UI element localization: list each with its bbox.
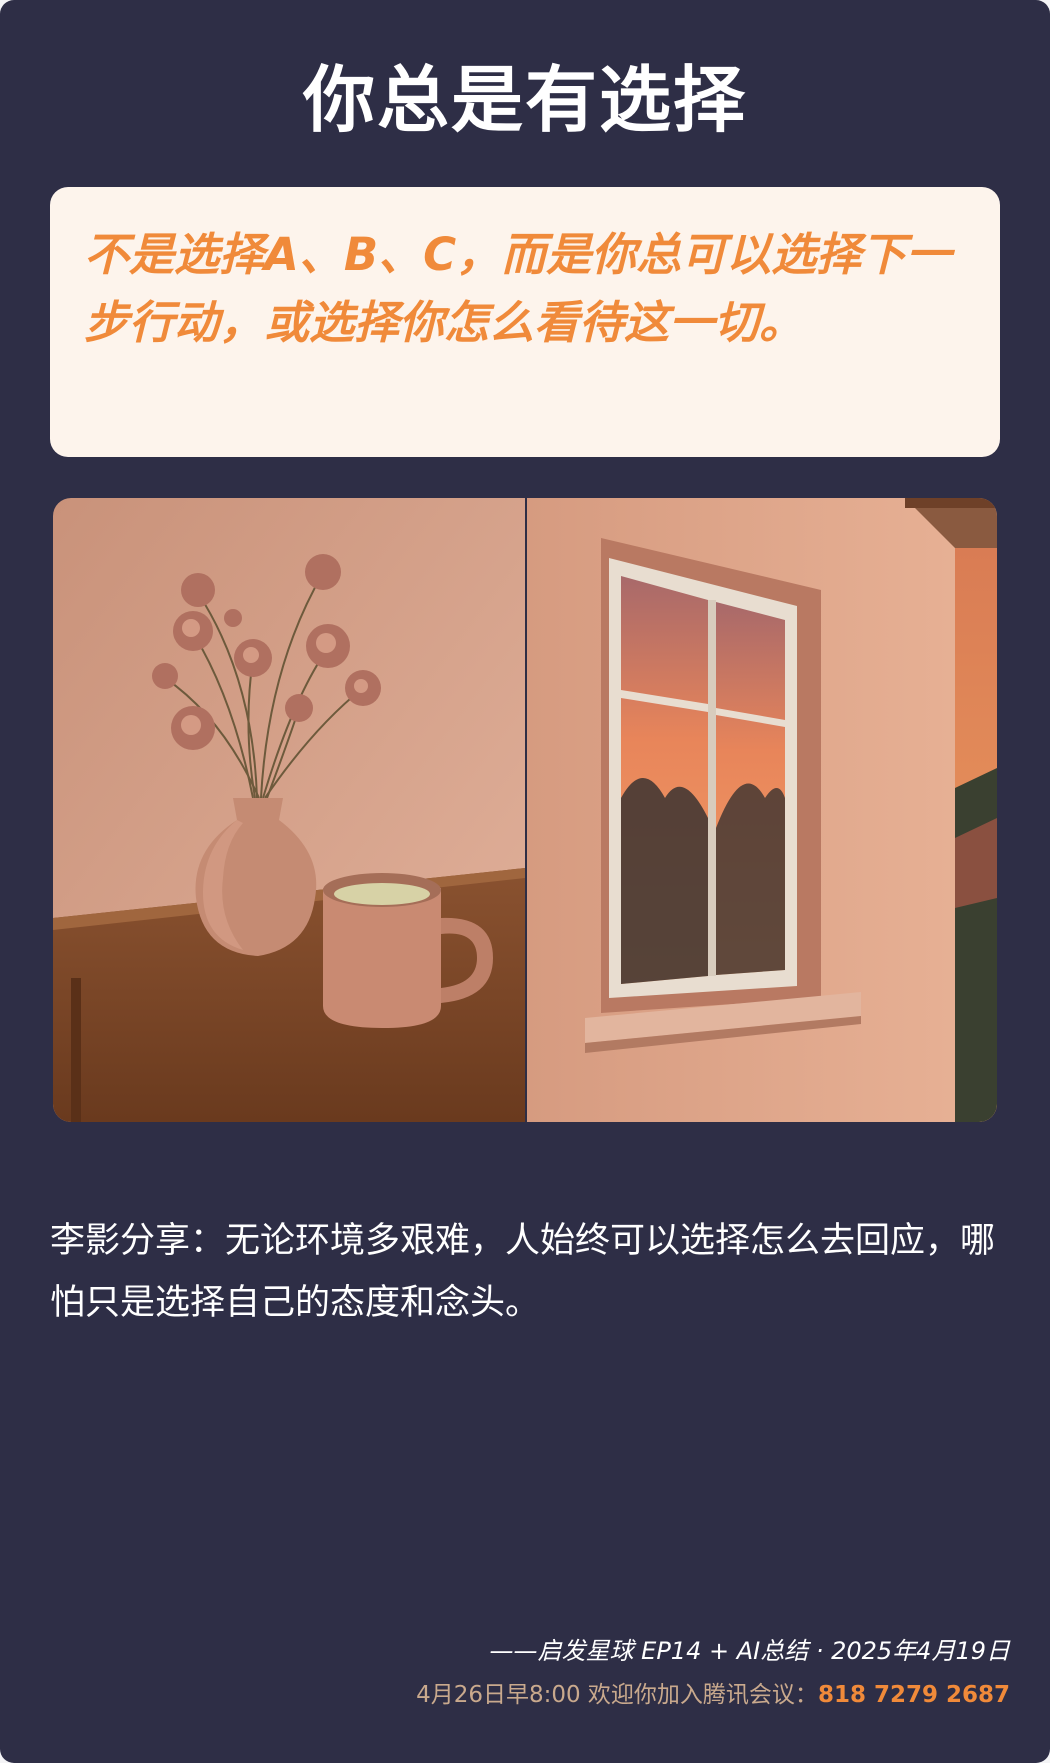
footer-source: ——启发星球 EP14 + AI总结 · 2025年4月19日 xyxy=(489,1637,1010,1665)
page-title: 你总是有选择 xyxy=(302,58,747,142)
invite-text: 4月26日早8:00 欢迎你加入腾讯会议： xyxy=(416,1682,818,1708)
photo-still-life xyxy=(53,498,525,1122)
photo-collage xyxy=(53,498,997,1122)
photo-illustration xyxy=(53,498,997,1122)
photo-window xyxy=(527,498,997,1122)
quote-text: 不是选择A、B、C，而是你总可以选择下一步行动，或选择你怎么看待这一切。 xyxy=(84,228,952,349)
footer-invite: 4月26日早8:00 欢迎你加入腾讯会议：818 7279 2687 xyxy=(30,1675,1010,1715)
post-card: 你总是有选择 不是选择A、B、C，而是你总可以选择下一步行动，或选择你怎么看待这… xyxy=(0,0,1050,1763)
caption-text: 李影分享：无论环境多艰难，人始终可以选择怎么去回应，哪怕只是选择自己的态度和念头… xyxy=(50,1221,996,1323)
quote-box: 不是选择A、B、C，而是你总可以选择下一步行动，或选择你怎么看待这一切。 xyxy=(50,187,1000,457)
meeting-id[interactable]: 818 7279 2687 xyxy=(818,1682,1010,1708)
